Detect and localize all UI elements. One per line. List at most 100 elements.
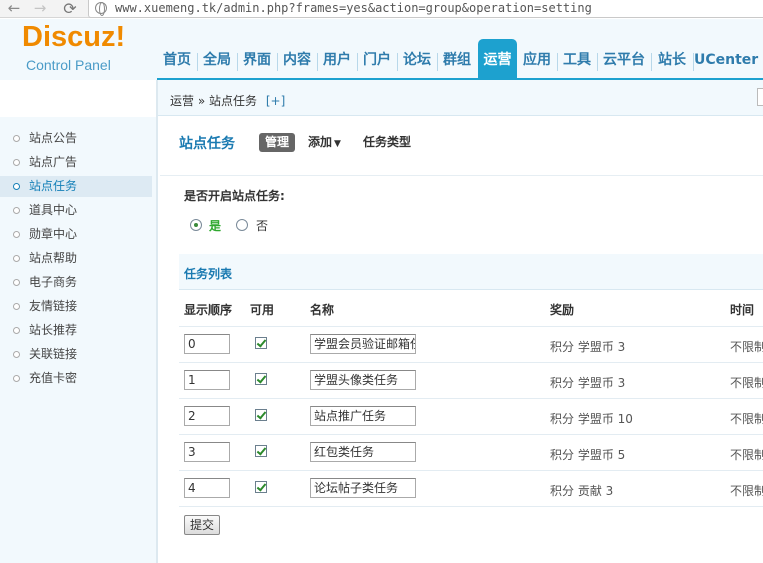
row-divider [179, 434, 763, 435]
sidebar-item-3[interactable]: 道具中心 [0, 200, 152, 221]
sidebar-item-2[interactable]: 站点任务 [0, 176, 152, 197]
sidebar-item-5[interactable]: 站点帮助 [0, 248, 152, 269]
column-header-time: 时间 [730, 303, 755, 317]
enable-tasks-label: 是否开启站点任务: [184, 189, 285, 203]
sidebar-item-6[interactable]: 电子商务 [0, 272, 152, 293]
task-name-input[interactable]: 学盟会员验证邮箱任务 [310, 334, 416, 354]
discuz-logo[interactable]: Discuz! Control Panel [22, 21, 132, 78]
bullet-icon [13, 135, 20, 142]
bullet-icon [13, 159, 20, 166]
nav-tab-10[interactable]: 工具 [558, 45, 596, 79]
nav-tab-2[interactable]: 界面 [238, 45, 276, 79]
sidebar-item-label: 站点广告 [29, 155, 78, 169]
display-order-input[interactable]: 0 [184, 334, 230, 354]
column-header-reward: 奖励 [550, 303, 575, 317]
task-reward: 积分 学盟币 3 [550, 340, 626, 354]
sidebar-item-label: 充值卡密 [29, 371, 78, 385]
radio-no-label[interactable]: 否 [256, 217, 268, 234]
sidebar-item-0[interactable]: 站点公告 [0, 128, 152, 149]
sidebar-item-4[interactable]: 勋章中心 [0, 224, 152, 245]
enabled-checkbox[interactable] [255, 481, 267, 493]
address-bar[interactable]: www.xuemeng.tk/admin.php?frames=yes&acti… [88, 0, 763, 18]
radio-enable-no[interactable] [236, 219, 248, 231]
tab-task-types[interactable]: 任务类型 [363, 133, 411, 152]
nav-tab-8[interactable]: 运营 [478, 39, 517, 79]
bullet-icon [13, 207, 20, 214]
add-shortcut-link[interactable]: [+] [266, 94, 285, 108]
bullet-icon [13, 303, 20, 310]
sidebar-item-7[interactable]: 友情链接 [0, 296, 152, 317]
sidebar-item-label: 友情链接 [29, 299, 78, 313]
radio-yes-label[interactable]: 是 [209, 217, 221, 234]
breadcrumb-parent[interactable]: 运营 [170, 94, 194, 108]
task-reward: 积分 贡献 3 [550, 484, 614, 498]
task-name-input[interactable]: 红包类任务 [310, 442, 416, 462]
task-name-input[interactable]: 学盟头像类任务 [310, 370, 416, 390]
bullet-icon [13, 231, 20, 238]
bullet-icon [13, 327, 20, 334]
column-header-order: 显示顺序 [184, 303, 233, 317]
tab-add[interactable]: 添加 ▼ [308, 133, 341, 152]
sidebar-item-8[interactable]: 站长推荐 [0, 320, 152, 341]
task-name-input[interactable]: 站点推广任务 [310, 406, 416, 426]
nav-tab-11[interactable]: 云平台 [598, 45, 650, 79]
submit-button[interactable]: 提交 [184, 515, 220, 535]
nav-tab-0[interactable]: 首页 [158, 45, 196, 79]
task-time: 不限制 [730, 412, 763, 426]
row-divider [179, 362, 763, 363]
bullet-icon [13, 183, 20, 190]
address-bar-url[interactable]: www.xuemeng.tk/admin.php?frames=yes&acti… [115, 0, 592, 16]
back-button[interactable]: ← [4, 0, 24, 18]
enabled-checkbox[interactable] [255, 445, 267, 457]
nav-tab-9[interactable]: 应用 [518, 45, 556, 79]
tab-manage[interactable]: 管理 [259, 133, 296, 152]
sidebar-item-label: 道具中心 [29, 203, 78, 217]
search-box-edge[interactable] [757, 88, 763, 106]
task-name-input[interactable]: 论坛帖子类任务 [310, 478, 416, 498]
tab-add-label: 添加 [308, 135, 333, 149]
sidebar-item-label: 关联链接 [29, 347, 78, 361]
nav-tab-12[interactable]: 站长 [652, 45, 692, 79]
task-time: 不限制 [730, 484, 763, 498]
enabled-checkbox[interactable] [255, 409, 267, 421]
main-content: 站点任务 管理 添加 ▼ 任务类型 是否开启站点任务: 是 否 任务列表 显示顺序… [160, 117, 763, 563]
sidebar-item-label: 站点公告 [29, 131, 78, 145]
forward-button[interactable]: → [30, 0, 50, 18]
nav-tab-5[interactable]: 门户 [358, 45, 396, 79]
nav-tab-6[interactable]: 论坛 [398, 45, 436, 79]
nav-tab-13[interactable]: UCenter [694, 45, 758, 79]
sidebar-item-label: 勋章中心 [29, 227, 78, 241]
nav-tab-3[interactable]: 内容 [278, 45, 316, 79]
sidebar-item-9[interactable]: 关联链接 [0, 344, 152, 365]
task-list-title: 任务列表 [184, 267, 233, 281]
row-divider [179, 470, 763, 471]
sidebar-item-label: 站点任务 [29, 179, 78, 193]
enabled-checkbox[interactable] [255, 337, 267, 349]
bullet-icon [13, 375, 20, 382]
task-time: 不限制 [730, 376, 763, 390]
sidebar-item-1[interactable]: 站点广告 [0, 152, 152, 173]
column-header-name: 名称 [310, 303, 335, 317]
sidebar: 站点公告站点广告站点任务道具中心勋章中心站点帮助电子商务友情链接站长推荐关联链接… [0, 80, 158, 563]
sidebar-item-10[interactable]: 充值卡密 [0, 368, 152, 389]
enabled-checkbox[interactable] [255, 373, 267, 385]
task-list-header: 任务列表 [179, 254, 763, 290]
nav-tab-1[interactable]: 全局 [198, 45, 236, 79]
page-title: 站点任务 [179, 136, 235, 152]
nav-tab-4[interactable]: 用户 [318, 45, 356, 79]
display-order-input[interactable]: 4 [184, 478, 230, 498]
title-row: 站点任务 管理 添加 ▼ 任务类型 [160, 117, 763, 176]
reload-button[interactable]: ⟳ [60, 0, 80, 18]
sidebar-item-label: 站点帮助 [29, 251, 78, 265]
display-order-input[interactable]: 3 [184, 442, 230, 462]
nav-tab-7[interactable]: 群组 [438, 45, 476, 79]
column-header-enabled: 可用 [250, 303, 275, 317]
browser-toolbar: ← → ⟳ www.xuemeng.tk/admin.php?frames=ye… [0, 0, 763, 18]
display-order-input[interactable]: 2 [184, 406, 230, 426]
display-order-input[interactable]: 1 [184, 370, 230, 390]
bullet-icon [13, 351, 20, 358]
radio-enable-yes[interactable] [190, 219, 202, 231]
task-reward: 积分 学盟币 5 [550, 448, 626, 462]
breadcrumb-bar: 运营 » 站点任务 [+] [158, 80, 763, 116]
task-reward: 积分 学盟币 3 [550, 376, 626, 390]
